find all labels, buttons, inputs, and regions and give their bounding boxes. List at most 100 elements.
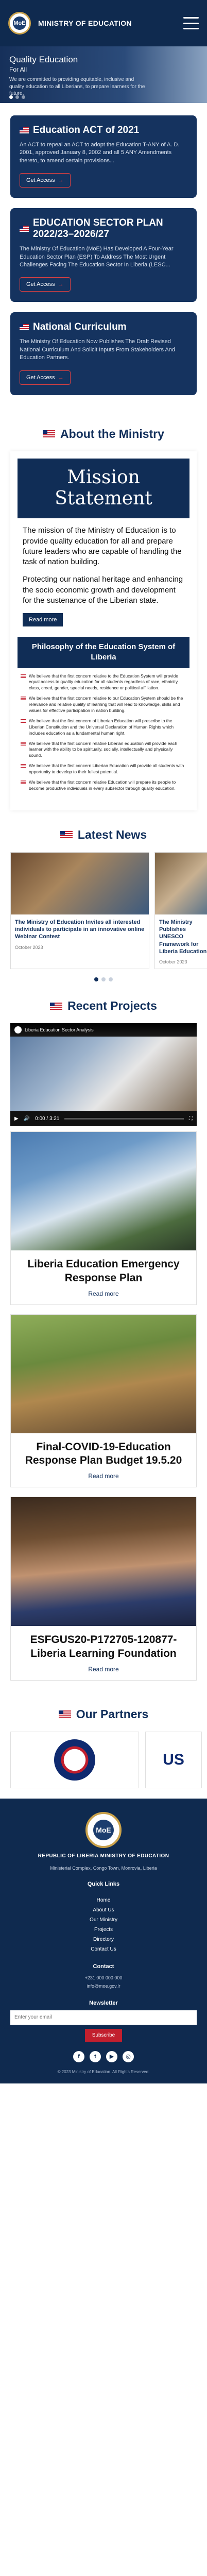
- play-icon[interactable]: ▶: [14, 1116, 19, 1122]
- footer-link[interactable]: About Us: [10, 1905, 197, 1915]
- projects-section: Liberia Education Sector Analysis ▶ 🔊 0:…: [0, 1023, 207, 1681]
- project-image: [11, 1314, 196, 1433]
- hero-text: We are committed to providing equitable,…: [9, 77, 145, 96]
- about-section: Mission Statement The mission of the Min…: [10, 451, 197, 810]
- news-heading: Latest News: [0, 810, 207, 852]
- footer-link[interactable]: Directory: [10, 1935, 197, 1944]
- philosophy-list: We believe that the first concern relati…: [18, 668, 189, 801]
- project-card: Final-COVID-19-Education Response Plan B…: [10, 1314, 197, 1488]
- news-dots[interactable]: [0, 974, 207, 982]
- news-date: October 2023: [159, 959, 187, 965]
- facebook-icon[interactable]: f: [73, 2050, 84, 2062]
- get-access-button[interactable]: Get Access →: [20, 277, 71, 292]
- about-heading: About the Ministry: [0, 410, 207, 451]
- contact-heading: Contact: [93, 1963, 114, 1970]
- card-text: The Ministry Of Education Now Publishes …: [20, 338, 176, 361]
- read-more-link[interactable]: Read more: [11, 1664, 196, 1680]
- footer-link[interactable]: Home: [10, 1895, 197, 1905]
- liberia-flag-icon: [20, 127, 29, 133]
- philosophy-title: Philosophy of the Education System of Li…: [18, 637, 189, 668]
- card-title: EDUCATION SECTOR PLAN 2022/23–2026/27: [33, 217, 163, 240]
- footer-link[interactable]: Our Ministry: [10, 1915, 197, 1925]
- volume-icon[interactable]: 🔊: [24, 1116, 30, 1122]
- project-card: ESFGUS20-P172705-120877-Liberia Learning…: [10, 1497, 197, 1681]
- partner-logo-card[interactable]: [10, 1731, 139, 1788]
- video-frame[interactable]: [10, 1037, 197, 1111]
- phone-text[interactable]: +231 000 000 000: [10, 1974, 197, 1982]
- newsletter-form: Newsletter Subscribe: [10, 2000, 197, 2042]
- philosophy-item: We believe that the first concern of Lib…: [21, 718, 186, 737]
- email-text[interactable]: info@moe.gov.lr: [10, 1982, 197, 1990]
- news-date: October 2023: [15, 944, 43, 950]
- ministry-logo[interactable]: MoE: [8, 12, 31, 35]
- philosophy-item: We believe that the first concern Liberi…: [21, 763, 186, 775]
- news-title[interactable]: The Ministry of Education Invites all in…: [11, 914, 149, 945]
- philosophy-item: We believe that the first concern relati…: [21, 673, 186, 692]
- read-more-button[interactable]: Read more: [23, 613, 63, 627]
- news-carousel[interactable]: The Ministry of Education Invites all in…: [0, 852, 207, 974]
- youtube-icon[interactable]: ▶: [106, 2050, 117, 2062]
- instagram-icon[interactable]: ◎: [123, 2050, 134, 2062]
- arrow-right-icon: →: [58, 177, 64, 184]
- video-time: 0:00 / 3:21: [35, 1115, 60, 1122]
- newsletter-email-input[interactable]: [10, 2010, 197, 2025]
- get-access-button[interactable]: Get Access →: [20, 173, 71, 188]
- philosophy-item: We believe that the first concern relati…: [21, 696, 186, 714]
- video-player[interactable]: Liberia Education Sector Analysis ▶ 🔊 0:…: [10, 1023, 197, 1127]
- hero-dots[interactable]: [9, 95, 25, 99]
- partners-carousel[interactable]: US: [0, 1731, 207, 1799]
- partners-heading: Our Partners: [0, 1690, 207, 1732]
- project-card: Liberia Education Emergency Response Pla…: [10, 1131, 197, 1305]
- philosophy-item: We believe that the first concern relati…: [21, 779, 186, 792]
- hero-banner: Quality Education For All We are committ…: [0, 46, 207, 103]
- mission-title: Mission Statement: [55, 466, 152, 509]
- social-links: f t ▶ ◎: [10, 2050, 197, 2062]
- project-image: [11, 1132, 196, 1251]
- liberia-flag-icon: [20, 324, 29, 331]
- project-title: ESFGUS20-P172705-120877-Liberia Learning…: [30, 1634, 177, 1659]
- subscribe-button[interactable]: Subscribe: [84, 2028, 123, 2042]
- arrow-right-icon: →: [58, 281, 64, 288]
- news-card[interactable]: The Ministry Publishes UNESCO Framework …: [154, 852, 207, 970]
- hero-title: Quality Education: [9, 55, 78, 64]
- twitter-icon[interactable]: t: [90, 2050, 101, 2062]
- liberia-flag-icon: [50, 1002, 63, 1010]
- feature-cards: Education ACT of 2021 An ACT to repeal a…: [0, 103, 207, 410]
- project-title: Liberia Education Emergency Response Pla…: [27, 1258, 180, 1284]
- quick-links-heading: Quick Links: [87, 1881, 120, 1888]
- footer-org-name: REPUBLIC OF LIBERIA MINISTRY OF EDUCATIO…: [38, 1853, 169, 1859]
- site-footer: MoE REPUBLIC OF LIBERIA MINISTRY OF EDUC…: [0, 1798, 207, 2083]
- philosophy-item: We believe that the first concern relati…: [21, 741, 186, 759]
- logo-text: MoE: [13, 16, 26, 30]
- fullscreen-icon[interactable]: ⛶: [189, 1116, 193, 1122]
- footer-link[interactable]: Projects: [10, 1925, 197, 1935]
- read-more-link[interactable]: Read more: [11, 1470, 196, 1487]
- news-card[interactable]: The Ministry of Education Invites all in…: [10, 852, 149, 970]
- news-image: [11, 852, 149, 914]
- get-access-button[interactable]: Get Access →: [20, 370, 71, 385]
- news-title[interactable]: The Ministry Publishes UNESCO Framework …: [155, 914, 207, 959]
- card-curriculum: National Curriculum The Ministry Of Educ…: [10, 312, 197, 395]
- card-text: The Ministry Of Education (MoE) Has Deve…: [20, 246, 174, 268]
- site-title: MINISTRY OF EDUCATION: [38, 19, 132, 27]
- project-title: Final-COVID-19-Education Response Plan B…: [25, 1440, 182, 1467]
- liberia-flag-icon: [20, 226, 29, 232]
- hamburger-menu-icon[interactable]: [183, 17, 199, 29]
- mission-text: The mission of the Ministry of Education…: [18, 518, 189, 614]
- video-progress[interactable]: [64, 1117, 184, 1120]
- footer-links: Home About Us Our Ministry Projects Dire…: [10, 1895, 197, 1954]
- card-sector-plan: EDUCATION SECTOR PLAN 2022/23–2026/27 Th…: [10, 208, 197, 302]
- read-more-link[interactable]: Read more: [11, 1288, 196, 1304]
- video-title-bar: Liberia Education Sector Analysis: [10, 1023, 197, 1037]
- footer-link[interactable]: Contact Us: [10, 1944, 197, 1954]
- video-controls: ▶ 🔊 0:00 / 3:21 ⛶: [10, 1111, 197, 1127]
- footer-logo[interactable]: MoE: [85, 1811, 122, 1848]
- card-education-act: Education ACT of 2021 An ACT to repeal a…: [10, 115, 197, 198]
- partner-logo-card[interactable]: US: [145, 1731, 202, 1788]
- card-text: An ACT to repeal an ACT to adopt the Edu…: [20, 142, 180, 164]
- partner-seal-logo: [54, 1739, 95, 1781]
- footer-address: Ministerial Complex, Congo Town, Monrovi…: [50, 1865, 157, 1871]
- usaid-logo: US: [163, 1751, 184, 1768]
- card-title: National Curriculum: [33, 321, 127, 333]
- mission-paragraph: Protecting our national heritage and enh…: [23, 575, 183, 605]
